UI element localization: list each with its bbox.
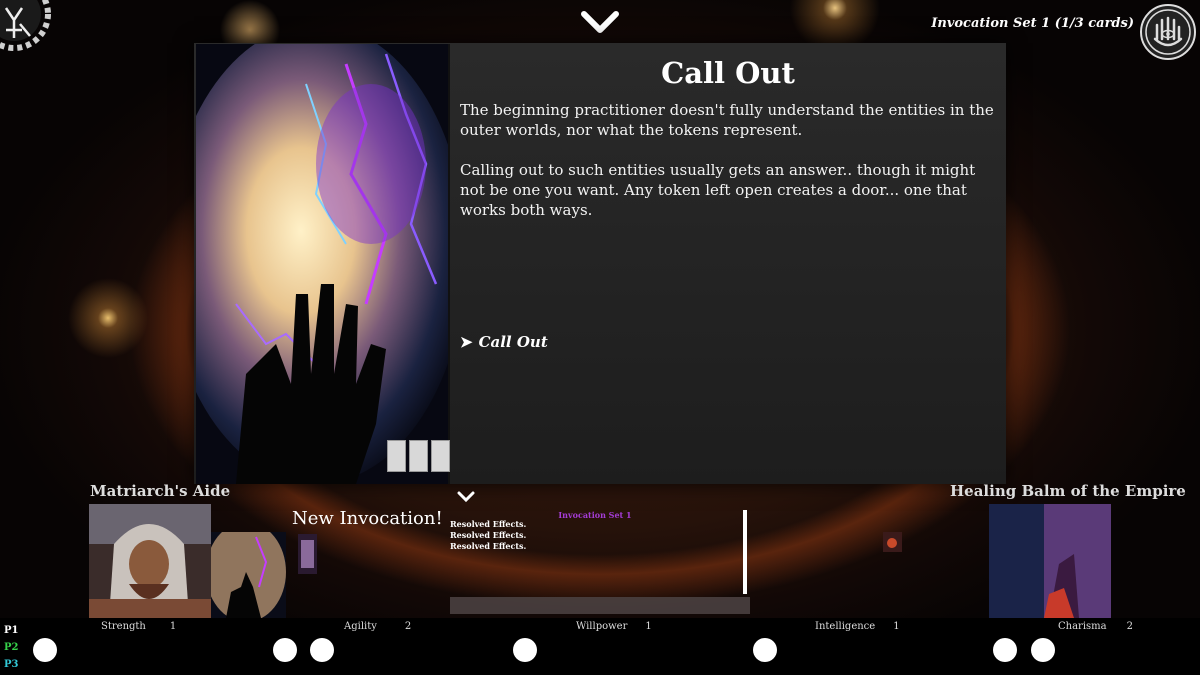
stat-name: Willpower bbox=[576, 621, 628, 632]
token[interactable] bbox=[1031, 638, 1055, 662]
log-input-bar[interactable] bbox=[450, 597, 750, 614]
token[interactable] bbox=[273, 638, 297, 662]
log-title: Invocation Set 1 bbox=[558, 510, 632, 520]
log-scrollbar[interactable] bbox=[743, 510, 747, 594]
stat-name: Charisma bbox=[1058, 621, 1107, 632]
card-title: Call Out bbox=[661, 56, 795, 90]
effects-log: Resolved Effects. Resolved Effects. Reso… bbox=[450, 519, 526, 552]
card-artwork bbox=[196, 44, 450, 484]
player-list: P1 P2 P3 bbox=[4, 622, 18, 673]
call-out-action[interactable]: ➤ Call Out bbox=[460, 333, 548, 351]
new-invocation-label: New Invocation! bbox=[292, 508, 443, 529]
stat-charisma: Charisma 2 bbox=[1058, 621, 1133, 632]
call-out-card-thumbnail[interactable] bbox=[211, 532, 286, 618]
card-description: The beginning practitioner doesn't fully… bbox=[460, 101, 994, 219]
arrow-icon: ➤ bbox=[460, 333, 473, 351]
log-entry: Resolved Effects. bbox=[450, 541, 527, 551]
player-label: P1 bbox=[4, 625, 19, 636]
left-card-name: Matriarch's Aide bbox=[90, 482, 231, 500]
invocation-set-label: Invocation Set 1 (1/3 cards) bbox=[931, 16, 1134, 31]
token-slot[interactable] bbox=[409, 440, 428, 472]
token-slots bbox=[387, 440, 450, 472]
mini-card-icon[interactable] bbox=[298, 534, 317, 574]
matriarchs-aide-card[interactable] bbox=[89, 504, 211, 618]
token[interactable] bbox=[993, 638, 1017, 662]
stat-agility: Agility 2 bbox=[344, 621, 411, 632]
right-card-name: Healing Balm of the Empire bbox=[950, 482, 1186, 500]
stat-strength: Strength 1 bbox=[101, 621, 176, 632]
stat-name: Strength bbox=[101, 621, 146, 632]
log-entry: Resolved Effects. bbox=[450, 519, 527, 529]
token-slot[interactable] bbox=[387, 440, 406, 472]
player-label: P3 bbox=[4, 659, 19, 670]
top-bar: Invocation Set 1 (1/3 cards) bbox=[0, 0, 1200, 60]
log-chevron-icon[interactable] bbox=[457, 490, 475, 504]
action-label: Call Out bbox=[478, 333, 548, 351]
stat-value: 1 bbox=[645, 621, 652, 632]
token[interactable] bbox=[513, 638, 537, 662]
eye-hand-icon[interactable] bbox=[1139, 3, 1197, 61]
stat-name: Intelligence bbox=[815, 621, 876, 632]
stat-willpower: Willpower 1 bbox=[576, 621, 652, 632]
token-slot[interactable] bbox=[431, 440, 450, 472]
stat-value: 1 bbox=[169, 621, 177, 632]
log-entry: Resolved Effects. bbox=[450, 530, 527, 540]
stat-value: 2 bbox=[404, 621, 412, 632]
stat-name: Agility bbox=[344, 621, 377, 632]
sigil-logo-icon[interactable] bbox=[0, 0, 60, 60]
token[interactable] bbox=[753, 638, 777, 662]
player-label: P2 bbox=[4, 642, 19, 653]
token[interactable] bbox=[310, 638, 334, 662]
collapse-chevron-icon[interactable] bbox=[578, 6, 622, 36]
stat-value: 2 bbox=[1126, 621, 1133, 632]
stat-intelligence: Intelligence 1 bbox=[815, 621, 900, 632]
token[interactable] bbox=[33, 638, 57, 662]
healing-balm-card[interactable] bbox=[989, 504, 1111, 618]
stat-value: 1 bbox=[893, 621, 900, 632]
mini-card-icon[interactable] bbox=[883, 532, 902, 552]
